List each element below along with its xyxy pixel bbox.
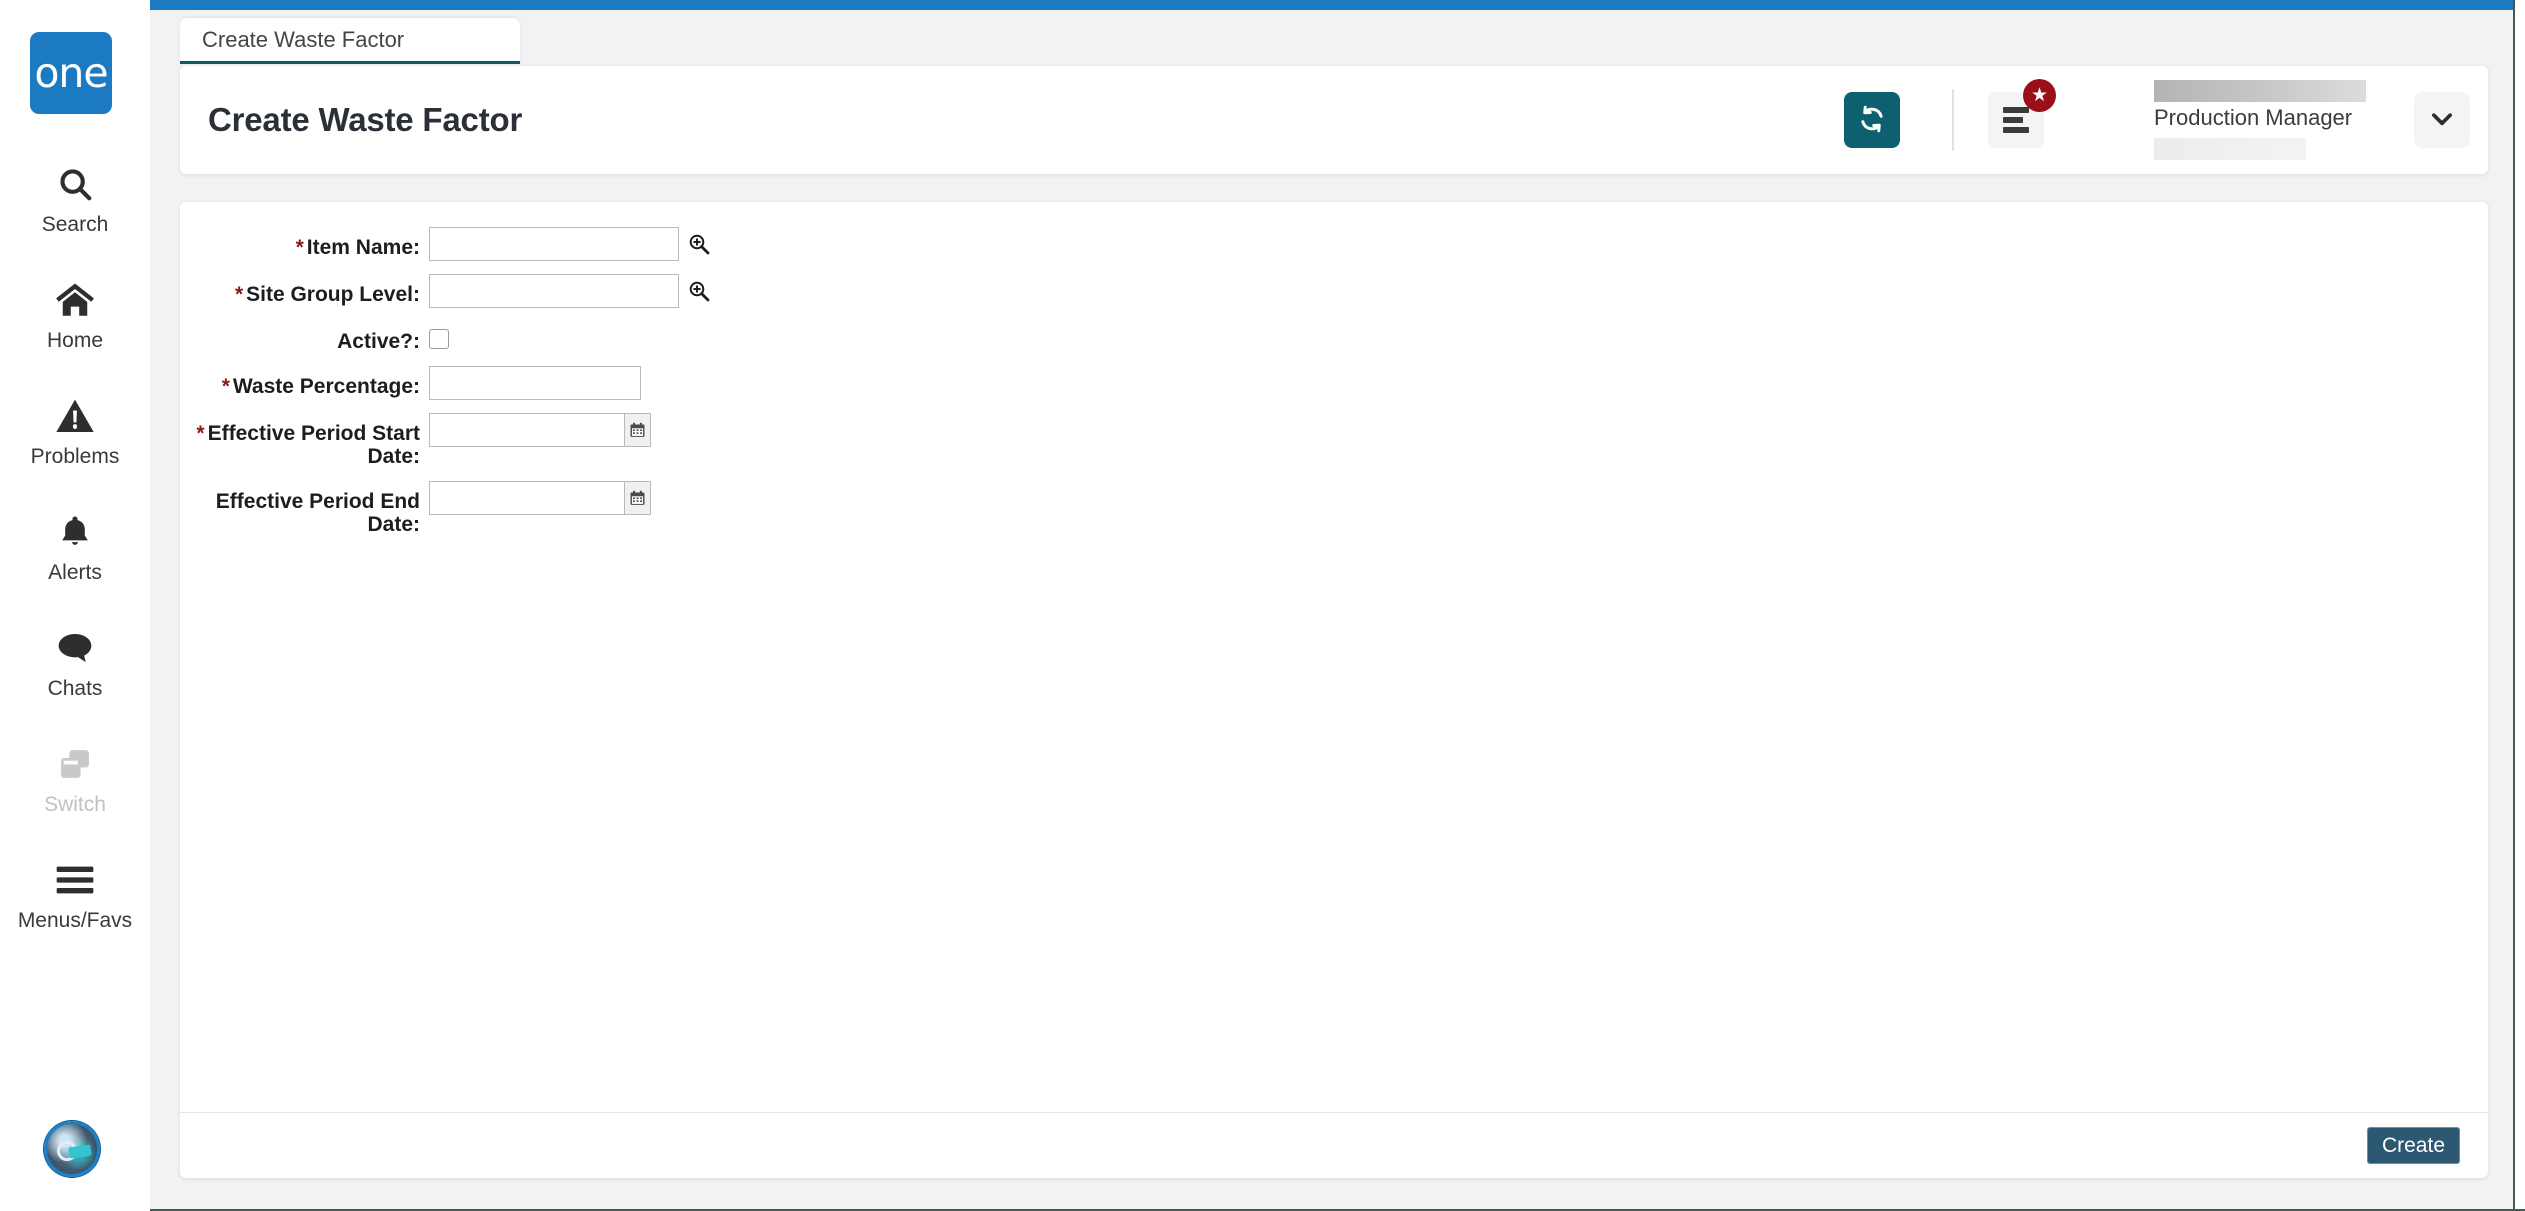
item-name-input[interactable] bbox=[429, 227, 679, 261]
sidebar-item-menus-favs[interactable]: Menus/Favs bbox=[0, 844, 150, 960]
user-secondary-redacted bbox=[2154, 138, 2306, 160]
field-wrap-active bbox=[429, 321, 449, 349]
sidebar-item-alerts[interactable]: Alerts bbox=[0, 496, 150, 612]
form-label-site-group-level: * Site Group Level: bbox=[234, 283, 420, 306]
form-label-effective-end-date: Effective Period End Date: bbox=[215, 490, 420, 536]
tab-label: Create Waste Factor bbox=[202, 26, 405, 52]
form-card: * Item Name: * Site Group Level: Active?… bbox=[180, 202, 2488, 1178]
field-wrap-waste-percentage bbox=[429, 366, 641, 400]
create-button[interactable]: Create bbox=[2366, 1127, 2460, 1164]
field-wrap-effective-start-date bbox=[429, 413, 651, 447]
refresh-icon bbox=[1857, 104, 1887, 137]
sidebar-item-chats[interactable]: Chats bbox=[0, 612, 150, 728]
required-marker: * bbox=[196, 422, 205, 445]
home-icon bbox=[54, 276, 96, 324]
form-row-waste-percentage: * Waste Percentage: bbox=[180, 366, 2488, 400]
calendar-icon[interactable] bbox=[625, 481, 651, 515]
avatar-visor bbox=[68, 1144, 92, 1159]
required-marker: * bbox=[221, 375, 230, 398]
search-icon bbox=[56, 160, 94, 208]
warning-icon bbox=[55, 392, 95, 440]
sidebar-nav-list: Search Home Problems Alerts Chats Switch… bbox=[0, 148, 150, 960]
robot-avatar-icon[interactable] bbox=[44, 1121, 100, 1177]
brand-logo[interactable]: one bbox=[30, 32, 112, 114]
required-marker: * bbox=[295, 236, 304, 259]
refresh-button[interactable] bbox=[1844, 92, 1900, 148]
sidebar-item-label: Home bbox=[46, 329, 104, 352]
chat-icon bbox=[55, 624, 95, 672]
bell-icon bbox=[56, 508, 94, 556]
magnifier-plus-icon[interactable] bbox=[686, 227, 712, 261]
sidebar-item-label: Chats bbox=[47, 677, 103, 700]
form-label-effective-start-date: * Effective Period Start Date: bbox=[196, 422, 420, 468]
form-row-active: Active?: bbox=[180, 321, 2488, 353]
field-wrap-item-name bbox=[429, 227, 712, 261]
right-edge-rule bbox=[2513, 0, 2515, 1211]
sidebar-item-search[interactable]: Search bbox=[0, 148, 150, 264]
left-sidebar: one Search Home Problems Alerts Chats Sw… bbox=[0, 0, 150, 1211]
form-label-item-name: * Item Name: bbox=[295, 236, 420, 259]
user-info-block[interactable]: Production Manager bbox=[2154, 80, 2366, 160]
waste-percentage-input[interactable] bbox=[429, 366, 641, 400]
user-menu-toggle[interactable] bbox=[2414, 92, 2470, 148]
switch-icon bbox=[56, 740, 94, 788]
header-toolbar: ★ Production Manager bbox=[1844, 66, 2488, 174]
form-footer: Create bbox=[180, 1112, 2488, 1178]
page-header: Create Waste Factor ★ Production Manager bbox=[180, 66, 2488, 174]
form-row-effective-start-date: * Effective Period Start Date: bbox=[180, 413, 2488, 468]
field-wrap-site-group-level bbox=[429, 274, 712, 308]
star-icon: ★ bbox=[2023, 79, 2056, 112]
field-wrap-effective-end-date bbox=[429, 481, 651, 515]
magnifier-plus-icon[interactable] bbox=[686, 274, 712, 308]
tab-create-waste-factor[interactable]: Create Waste Factor bbox=[180, 18, 520, 64]
sidebar-item-problems[interactable]: Problems bbox=[0, 380, 150, 496]
hamburger-icon bbox=[55, 856, 95, 904]
sidebar-item-label: Menus/Favs bbox=[17, 909, 133, 932]
page-title: Create Waste Factor bbox=[208, 101, 523, 138]
sidebar-item-label: Switch bbox=[44, 793, 106, 816]
menu-list-icon bbox=[2003, 103, 2029, 137]
form-row-site-group-level: * Site Group Level: bbox=[180, 274, 2488, 308]
form-row-item-name: * Item Name: bbox=[180, 227, 2488, 261]
sidebar-item-switch: Switch bbox=[0, 728, 150, 844]
calendar-icon[interactable] bbox=[625, 413, 651, 447]
tab-bar: Create Waste Factor bbox=[180, 18, 520, 64]
toolbar-divider bbox=[1952, 89, 1954, 151]
chevron-down-icon bbox=[2429, 106, 2455, 135]
application-root: one Search Home Problems Alerts Chats Sw… bbox=[0, 0, 2525, 1211]
form-label-active: Active?: bbox=[337, 330, 420, 353]
required-marker: * bbox=[234, 283, 244, 306]
sidebar-item-label: Search bbox=[41, 213, 109, 236]
menu-list-button[interactable]: ★ bbox=[1988, 79, 2056, 148]
user-role-label: Production Manager bbox=[2154, 105, 2353, 130]
form-label-waste-percentage: * Waste Percentage: bbox=[221, 375, 420, 398]
user-name-redacted bbox=[2154, 80, 2366, 102]
sidebar-item-home[interactable]: Home bbox=[0, 264, 150, 380]
waste-factor-form: * Item Name: * Site Group Level: Active?… bbox=[180, 227, 2488, 549]
site-group-level-input[interactable] bbox=[429, 274, 679, 308]
sidebar-item-label: Alerts bbox=[48, 561, 102, 584]
sidebar-item-label: Problems bbox=[30, 445, 120, 468]
effective-start-date-input[interactable] bbox=[429, 413, 625, 447]
form-row-effective-end-date: Effective Period End Date: bbox=[180, 481, 2488, 536]
effective-end-date-input[interactable] bbox=[429, 481, 625, 515]
top-accent-bar bbox=[150, 0, 2513, 10]
active-checkbox[interactable] bbox=[429, 329, 449, 349]
brand-logo-text: one bbox=[34, 48, 108, 97]
